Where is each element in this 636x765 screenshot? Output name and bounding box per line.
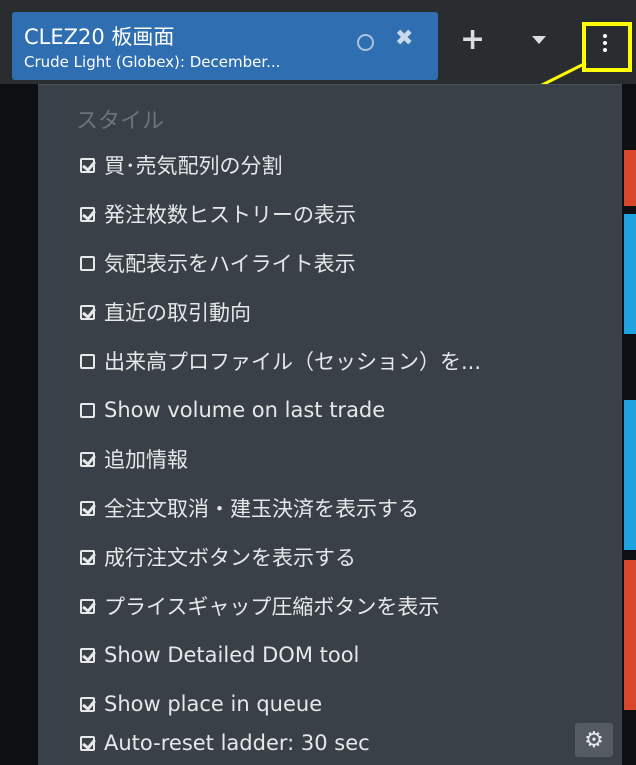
checkbox-unchecked-icon[interactable] — [80, 402, 95, 418]
menu-item-auto-reset[interactable]: Auto-reset ladder: 30 sec — [80, 726, 370, 760]
menu-item-price-gap[interactable]: プライスギャップ圧縮ボタンを表示 — [80, 589, 439, 623]
chevron-down-icon[interactable] — [532, 36, 546, 44]
menu-item-market-order-button[interactable]: 成行注文ボタンを表示する — [80, 540, 356, 574]
close-icon[interactable]: ✖ — [395, 26, 413, 51]
checkbox-checked-icon[interactable] — [80, 647, 95, 663]
checkbox-checked-icon[interactable] — [80, 598, 95, 614]
checkbox-unchecked-icon[interactable] — [80, 353, 95, 369]
checkbox-checked-icon[interactable] — [80, 206, 95, 222]
menu-item-volume-last-trade[interactable]: Show volume on last trade — [80, 393, 385, 427]
menu-item-order-history[interactable]: 発注枚数ヒストリーの表示 — [80, 197, 356, 231]
tab-subtitle: Crude Light (Globex): December... — [24, 53, 281, 71]
menu-item-label: Auto-reset ladder: 30 sec — [104, 731, 370, 755]
menu-item-volume-profile[interactable]: 出来高プロファイル（セッション）を... — [80, 344, 481, 378]
menu-item-label: Show Detailed DOM tool — [104, 643, 360, 667]
menu-item-label: 出来高プロファイル（セッション）を... — [104, 350, 482, 374]
menu-item-label: Show volume on last trade — [104, 398, 386, 422]
accent-blue-cell — [624, 214, 636, 334]
menu-item-label: 成行注文ボタンを表示する — [104, 546, 356, 570]
menu-item-label: 追加情報 — [104, 448, 188, 472]
checkbox-checked-icon[interactable] — [80, 500, 95, 516]
menu-item-additional-info[interactable]: 追加情報 — [80, 442, 188, 476]
menu-item-label: 直近の取引動向 — [104, 301, 251, 325]
style-dropdown-menu: スタイル 買･売気配列の分割 発注枚数ヒストリーの表示 気配表示をハイライト表示… — [38, 84, 622, 765]
accent-red-cell — [624, 150, 636, 206]
menu-header: スタイル — [76, 109, 165, 134]
checkbox-checked-icon[interactable] — [80, 451, 95, 467]
checkbox-checked-icon[interactable] — [80, 304, 95, 320]
menu-item-label: 買･売気配列の分割 — [104, 154, 283, 178]
kebab-menu-icon[interactable] — [603, 34, 607, 55]
menu-item-highlight-quotes[interactable]: 気配表示をハイライト表示 — [80, 246, 356, 280]
menu-item-label: 気配表示をハイライト表示 — [104, 252, 356, 276]
checkbox-unchecked-icon[interactable] — [80, 255, 95, 271]
menu-item-cancel-all[interactable]: 全注文取消・建玉決済を表示する — [80, 491, 419, 525]
menu-item-label: 全注文取消・建玉決済を表示する — [104, 497, 419, 521]
checkbox-checked-icon[interactable] — [80, 549, 95, 565]
accent-red-cell — [624, 560, 636, 710]
instrument-tab[interactable]: CLEZ20 板画面 Crude Light (Globex): Decembe… — [12, 12, 438, 80]
menu-item-place-in-queue[interactable]: Show place in queue — [80, 687, 322, 721]
menu-item-label: Show place in queue — [104, 692, 323, 716]
menu-item-label: プライスギャップ圧縮ボタンを表示 — [104, 595, 440, 619]
menu-item-label: 発注枚数ヒストリーの表示 — [104, 203, 356, 227]
circle-icon[interactable] — [357, 34, 374, 51]
checkbox-checked-icon[interactable] — [80, 696, 95, 712]
checkbox-checked-icon[interactable] — [80, 735, 95, 751]
menu-item-recent-trades[interactable]: 直近の取引動向 — [80, 295, 251, 329]
accent-blue-cell — [624, 400, 636, 550]
plus-icon[interactable]: + — [460, 22, 485, 57]
menu-item-detailed-dom[interactable]: Show Detailed DOM tool — [80, 638, 359, 672]
gear-icon[interactable]: ⚙ — [575, 723, 613, 757]
tab-title[interactable]: CLEZ20 板画面 — [24, 21, 174, 51]
menu-item-split-bid-ask[interactable]: 買･売気配列の分割 — [80, 148, 283, 182]
checkbox-checked-icon[interactable] — [80, 157, 95, 173]
